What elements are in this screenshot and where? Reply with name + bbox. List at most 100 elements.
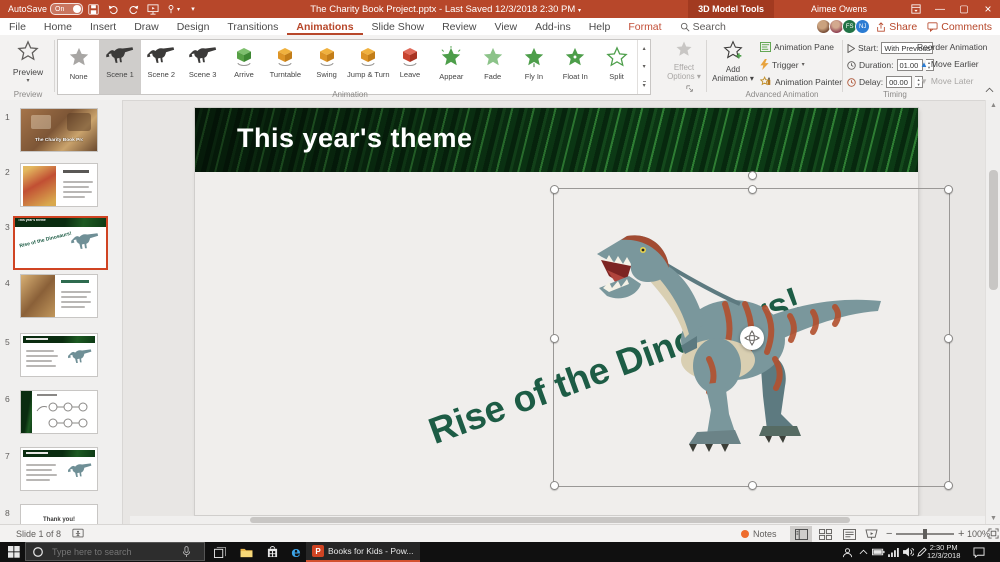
slide-sorter-view-button[interactable] [814,526,836,542]
save-icon[interactable] [85,1,101,17]
zoom-slider[interactable] [896,533,954,535]
normal-view-button[interactable] [790,526,812,542]
slide-thumbnail-4[interactable] [20,274,98,318]
resize-handle[interactable] [944,334,953,343]
people-tray-icon[interactable] [840,542,854,562]
zoom-slider-knob[interactable] [923,529,927,539]
animation-effect-appear[interactable]: Appear [431,40,472,94]
vertical-scrollbar[interactable]: ▲ ▼ [985,100,1000,524]
tab-transitions[interactable]: Transitions [218,18,287,35]
customize-quick-access-icon[interactable]: ▾ [185,1,201,17]
effect-options-button[interactable]: EffectOptions ▾ [664,40,704,81]
start-presentation-icon[interactable] [145,1,161,17]
move-later-button[interactable]: ▼ Move Later [920,76,973,86]
minimize-button[interactable]: — [928,0,952,18]
file-explorer-icon[interactable] [234,542,258,562]
zoom-out-button[interactable]: − [886,528,892,540]
animation-effect-jump-turn[interactable]: Jump & Turn [347,40,389,94]
tab-add-ins[interactable]: Add-ins [526,18,580,35]
tab-review[interactable]: Review [433,18,485,35]
search-input[interactable] [50,546,182,558]
undo-icon[interactable] [105,1,121,17]
reading-view-button[interactable] [838,526,860,542]
scroll-down-icon[interactable]: ▼ [986,515,1000,522]
duration-input[interactable]: 01.00 [897,59,923,71]
resize-handle[interactable] [748,185,757,194]
animation-effect-arrive[interactable]: Arrive [223,40,264,94]
task-view-icon[interactable] [208,542,232,562]
move-earlier-button[interactable]: ▲ Move Earlier [920,59,979,69]
slide-thumbnail-3-selected[interactable]: This year's theme Rise of the Dinosaurs! [13,216,108,270]
gallery-more-button[interactable]: ▴ ▾ ▾ [637,40,650,94]
user-name[interactable]: Aimee Owens [774,4,904,14]
collapse-ribbon-icon[interactable] [985,80,994,98]
trigger-button[interactable]: Trigger ▾ [760,59,805,70]
animation-effect-none[interactable]: None [58,40,99,94]
slide-title-banner[interactable]: This year's theme [195,108,918,172]
animation-dialog-launcher-icon[interactable] [686,80,694,98]
notes-button[interactable]: Notes [753,529,777,539]
animation-effect-scene-2[interactable]: Scene 2 [141,40,182,94]
fit-slide-to-window-icon[interactable] [988,528,999,541]
ribbon-display-options-icon[interactable] [904,0,928,18]
scroll-up-icon[interactable]: ▲ [986,102,1000,109]
animation-effect-turntable[interactable]: Turntable [265,40,306,94]
slide-thumbnail-8[interactable]: Thank you! [20,504,98,524]
tab-design[interactable]: Design [168,18,219,35]
resize-handle[interactable] [550,334,559,343]
accessibility-checker-icon[interactable] [72,528,84,541]
document-title[interactable]: The Charity Book Project.pptx - Last Sav… [203,4,688,15]
contextual-tab-group-3d-model-tools[interactable]: 3D Model Tools [688,0,774,18]
taskbar-powerpoint-button[interactable]: P Books for Kids - Pow... [306,542,420,562]
animation-pane-button[interactable]: Animation Pane [760,42,834,52]
gallery-scroll-down-icon[interactable]: ▾ [643,63,646,70]
tab-slide-show[interactable]: Slide Show [363,18,434,35]
search-box[interactable]: Search [671,18,735,35]
restore-button[interactable]: ▢ [952,0,976,18]
add-animation-button[interactable]: AddAnimation ▾ [710,40,756,83]
slide-thumbnail-5[interactable] [20,333,98,377]
start-button[interactable] [2,542,26,562]
animation-effect-scene-1[interactable]: Scene 1 [99,40,140,94]
microphone-icon[interactable] [182,546,191,558]
gallery-scroll-up-icon[interactable]: ▴ [643,45,646,52]
tab-format[interactable]: Format [619,18,670,35]
edge-browser-icon[interactable]: e [284,542,308,562]
rotate-handle[interactable] [748,171,757,180]
zoom-in-button[interactable]: + [958,528,964,540]
zoom-level[interactable]: 100% [967,529,990,539]
comments-button[interactable]: Comments [927,21,992,33]
horizontal-scrollbar[interactable] [130,516,985,524]
tab-help[interactable]: Help [580,18,620,35]
resize-handle[interactable] [550,481,559,490]
animation-effect-fly-in[interactable]: Fly In [513,40,554,94]
network-icon[interactable] [886,542,900,562]
close-button[interactable]: × [976,0,1000,18]
preview-button[interactable]: Preview ▾ [6,40,50,84]
resize-handle[interactable] [748,481,757,490]
tab-animations[interactable]: Animations [287,18,362,35]
touch-mouse-mode-icon[interactable]: ▾ [165,1,181,17]
animation-painter-button[interactable]: Animation Painter [760,76,842,87]
tab-draw[interactable]: Draw [125,18,168,35]
slide-thumbnail-7[interactable] [20,447,98,491]
resize-handle[interactable] [944,481,953,490]
taskbar-clock[interactable]: 2:30 PM 12/3/2018 [927,544,960,560]
tab-file[interactable]: File [0,18,35,35]
avatar[interactable]: NJ [855,19,870,34]
slide-thumbnail-1[interactable]: The Charity Book Project [20,108,98,152]
slide-thumbnail-6[interactable] [20,390,98,434]
redo-icon[interactable] [125,1,141,17]
microsoft-store-icon[interactable] [260,542,284,562]
animation-effect-leave[interactable]: Leave [389,40,430,94]
autosave-toggle[interactable]: AutoSave On [8,3,83,15]
show-hidden-icons-chevron[interactable] [856,542,870,562]
action-center-icon[interactable] [972,542,986,562]
resize-handle[interactable] [944,185,953,194]
tab-home[interactable]: Home [35,18,81,35]
taskbar-search[interactable] [25,542,205,561]
slide-title-text[interactable]: This year's theme [237,123,473,154]
animation-effect-scene-3[interactable]: Scene 3 [182,40,223,94]
slide-thumbnail-2[interactable] [20,163,98,207]
animation-effect-float-in[interactable]: Float In [555,40,596,94]
